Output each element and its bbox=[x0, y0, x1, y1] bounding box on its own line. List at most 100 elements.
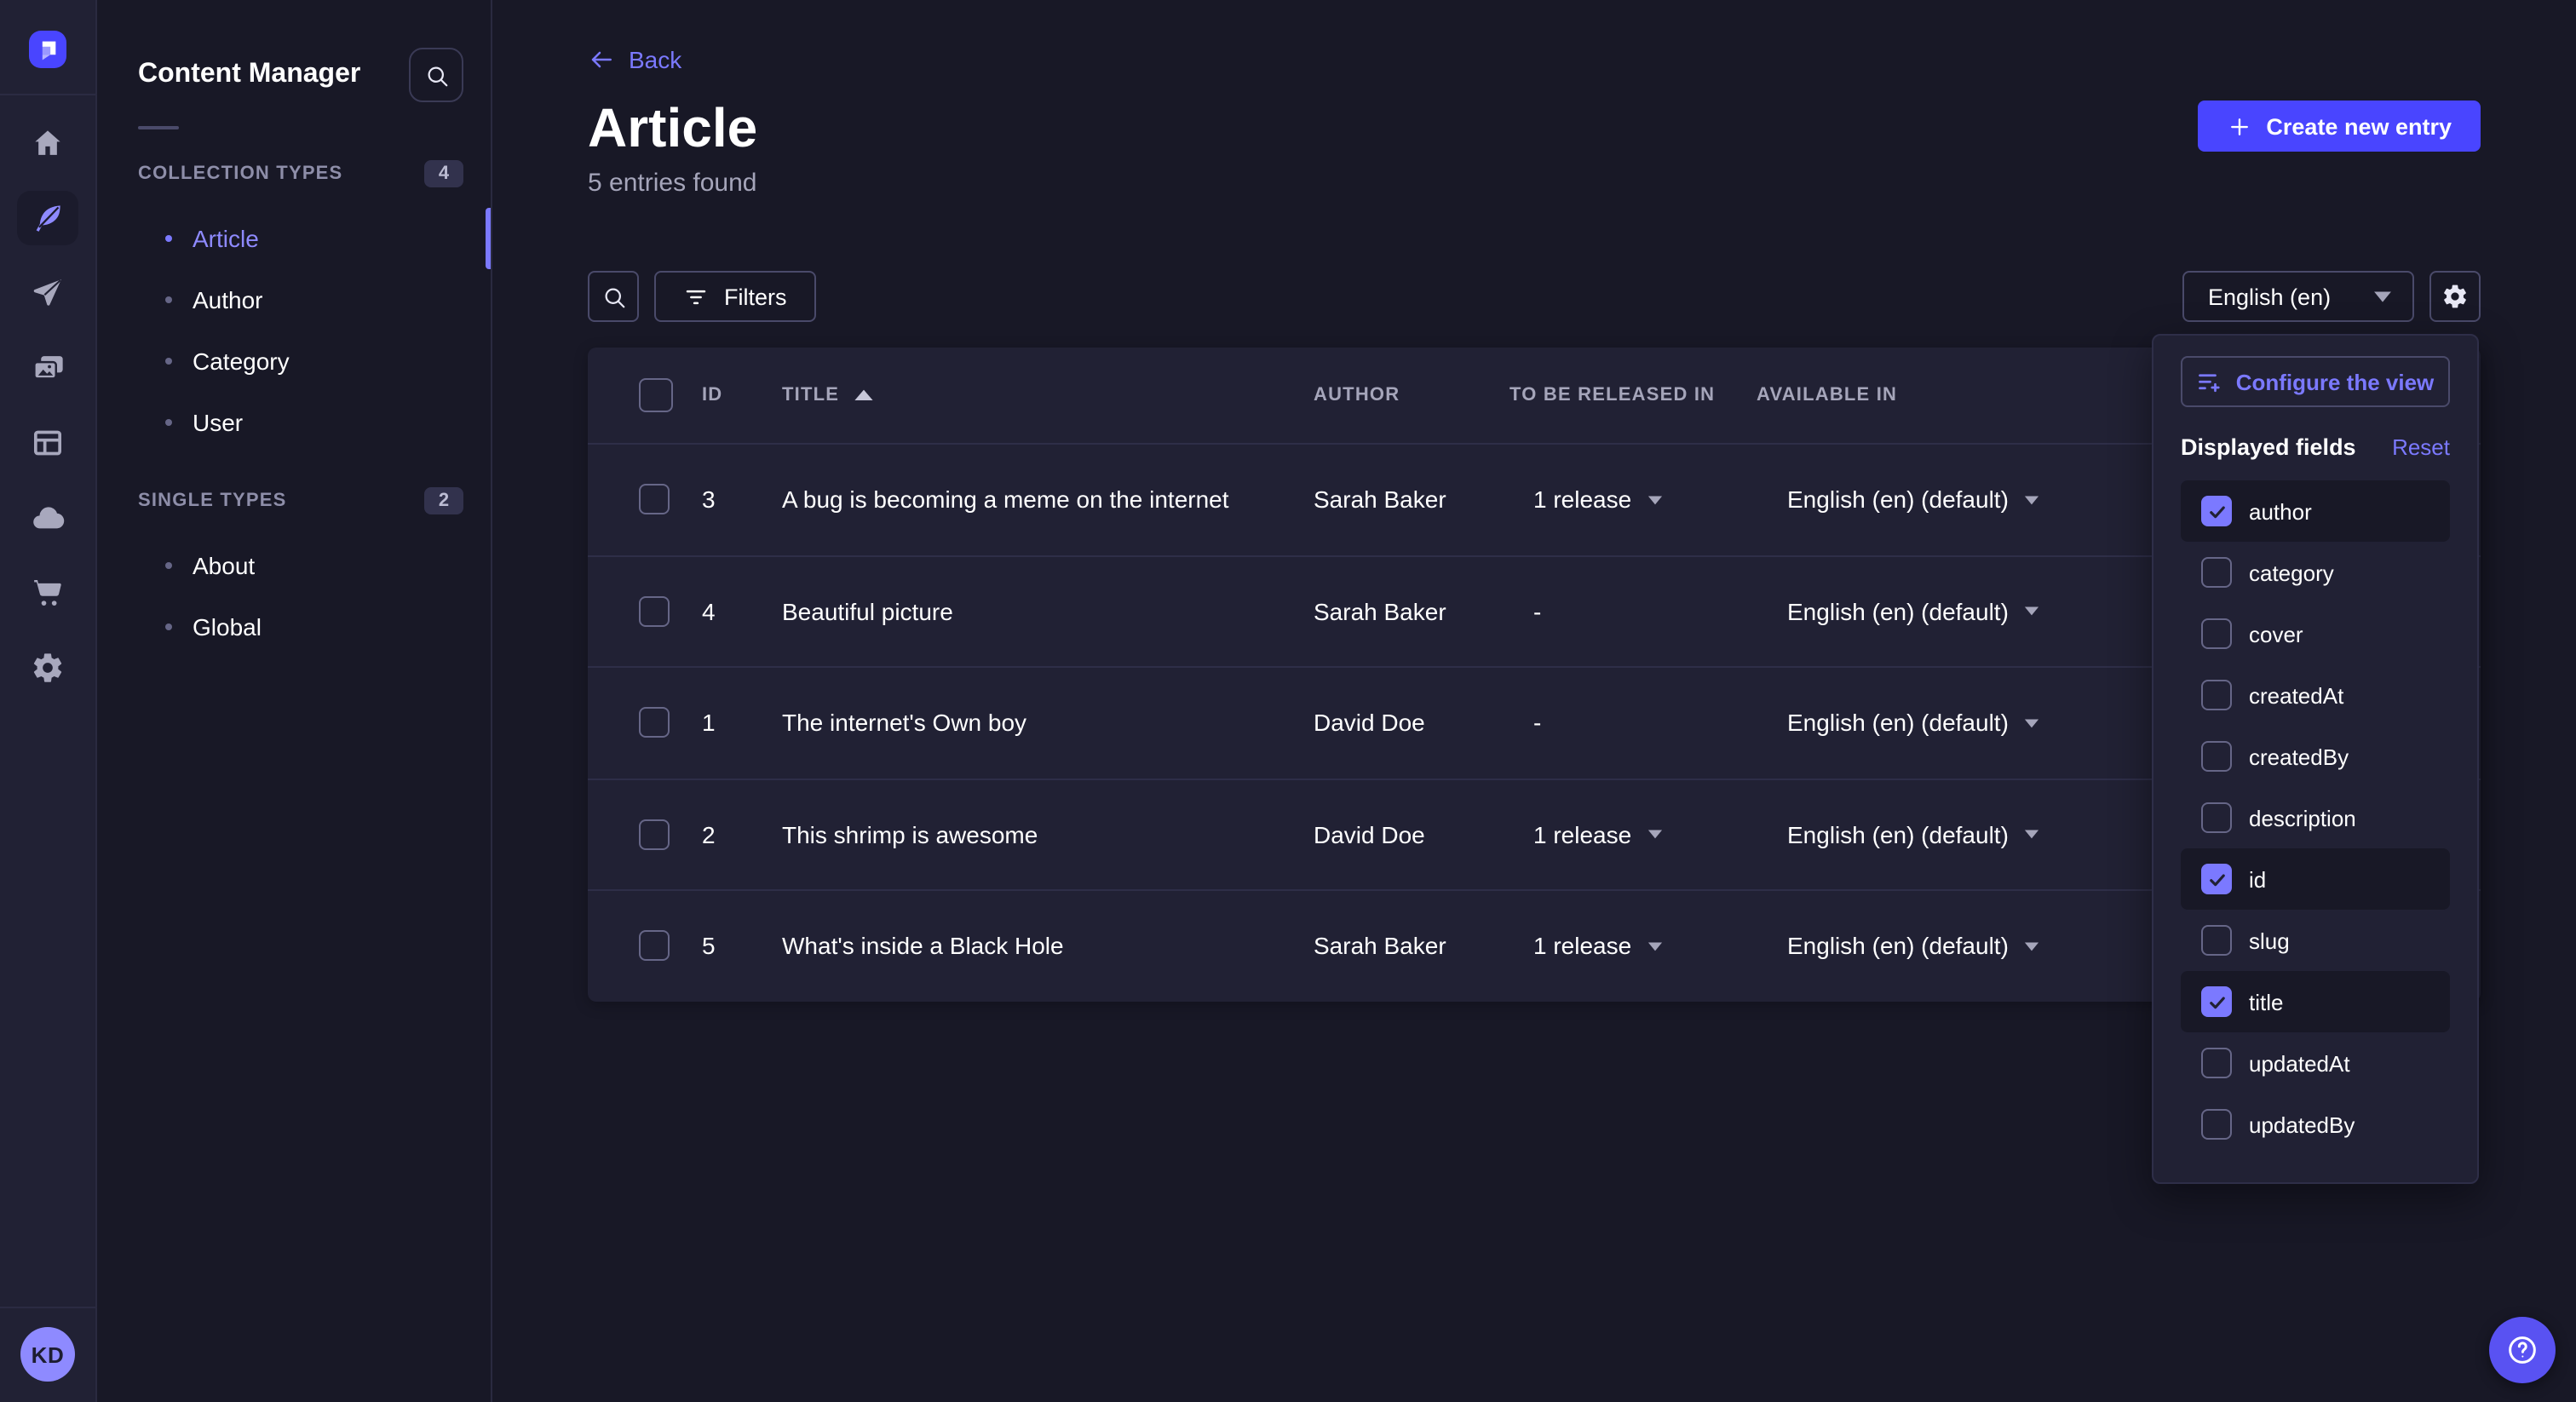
view-settings-button[interactable] bbox=[2429, 271, 2481, 322]
checkbox-checked[interactable] bbox=[2201, 986, 2232, 1017]
checkbox-unchecked[interactable] bbox=[2201, 680, 2232, 710]
cell-id: 2 bbox=[702, 821, 782, 848]
row-checkbox[interactable] bbox=[639, 931, 670, 962]
sidebar-item-label: Article bbox=[193, 225, 259, 252]
select-all-checkbox[interactable] bbox=[639, 378, 673, 412]
nav-cloud-button[interactable] bbox=[17, 491, 78, 545]
checkbox-unchecked[interactable] bbox=[2201, 1048, 2232, 1078]
row-checkbox[interactable] bbox=[639, 819, 670, 850]
field-row-slug[interactable]: slug bbox=[2181, 910, 2450, 971]
field-row-description[interactable]: description bbox=[2181, 787, 2450, 848]
displayed-fields-list: author category cover createdAt createdB… bbox=[2181, 480, 2450, 1155]
sidebar-item-article[interactable]: Article bbox=[97, 208, 491, 269]
sidebar-item-category[interactable]: Category bbox=[97, 330, 491, 392]
locale-value: English (en) bbox=[2208, 284, 2331, 309]
filter-icon bbox=[683, 284, 709, 309]
reset-link[interactable]: Reset bbox=[2392, 434, 2450, 460]
table-toolbar: Filters English (en) bbox=[588, 271, 2481, 322]
back-arrow-icon bbox=[588, 46, 615, 73]
back-link[interactable]: Back bbox=[588, 46, 681, 73]
header-title[interactable]: TITLE bbox=[782, 385, 1314, 405]
sidebar-item-author[interactable]: Author bbox=[97, 269, 491, 330]
chevron-down-icon bbox=[2024, 606, 2039, 618]
active-item-indicator bbox=[486, 208, 491, 269]
row-checkbox[interactable] bbox=[639, 708, 670, 738]
bullet-icon bbox=[165, 419, 172, 426]
section-label-single-types: SINGLE TYPES bbox=[138, 491, 287, 511]
field-row-category[interactable]: category bbox=[2181, 542, 2450, 603]
nav-content-manager-button[interactable] bbox=[17, 191, 78, 245]
checkbox-unchecked[interactable] bbox=[2201, 618, 2232, 649]
cell-id: 3 bbox=[702, 486, 782, 514]
nav-media-library-button[interactable] bbox=[17, 341, 78, 395]
checkbox-unchecked[interactable] bbox=[2201, 741, 2232, 772]
bullet-icon bbox=[165, 623, 172, 630]
configure-the-view-button[interactable]: Configure the view bbox=[2181, 356, 2450, 407]
checkbox-unchecked[interactable] bbox=[2201, 557, 2232, 588]
strapi-content-manager-app: KD Content Manager COLLECTION TYPES 4 Ar… bbox=[0, 0, 2576, 1402]
nav-content-type-builder-button[interactable] bbox=[17, 416, 78, 470]
field-row-createdBy[interactable]: createdBy bbox=[2181, 726, 2450, 787]
chevron-down-icon bbox=[2024, 829, 2039, 841]
nav-releases-button[interactable] bbox=[17, 266, 78, 320]
bullet-icon bbox=[165, 235, 172, 242]
chevron-down-icon bbox=[2024, 940, 2039, 952]
nav-home-button[interactable] bbox=[17, 116, 78, 170]
cell-title: This shrimp is awesome bbox=[782, 821, 1314, 848]
field-row-createdAt[interactable]: createdAt bbox=[2181, 664, 2450, 726]
header-author[interactable]: AUTHOR bbox=[1314, 385, 1509, 405]
strapi-logo[interactable] bbox=[29, 31, 66, 68]
field-row-id[interactable]: id bbox=[2181, 848, 2450, 910]
cell-to-be-released-in: - bbox=[1509, 710, 1757, 737]
header-id[interactable]: ID bbox=[702, 385, 782, 405]
cell-id: 4 bbox=[702, 598, 782, 625]
sort-ascending-icon bbox=[853, 388, 873, 402]
checkbox-unchecked[interactable] bbox=[2201, 802, 2232, 833]
user-avatar[interactable]: KD bbox=[20, 1327, 75, 1382]
cell-title: Beautiful picture bbox=[782, 598, 1314, 625]
field-row-cover[interactable]: cover bbox=[2181, 603, 2450, 664]
cell-author: David Doe bbox=[1314, 821, 1509, 848]
sidebar-item-user[interactable]: User bbox=[97, 392, 491, 453]
search-icon bbox=[601, 284, 626, 309]
chevron-down-icon bbox=[1647, 494, 1662, 506]
locale-select[interactable]: English (en) bbox=[2182, 271, 2414, 322]
marketplace-cart-icon bbox=[31, 576, 65, 610]
create-new-entry-label: Create new entry bbox=[2266, 113, 2452, 139]
settings-gear-icon bbox=[31, 651, 65, 685]
header-to-be-released-in[interactable]: TO BE RELEASED IN bbox=[1509, 385, 1757, 405]
row-checkbox[interactable] bbox=[639, 485, 670, 515]
sidebar-item-about[interactable]: About bbox=[97, 535, 491, 596]
cell-to-be-released-in[interactable]: 1 release bbox=[1509, 933, 1757, 960]
sidebar-item-label: Author bbox=[193, 286, 263, 313]
cell-to-be-released-in[interactable]: 1 release bbox=[1509, 486, 1757, 514]
cell-to-be-released-in: - bbox=[1509, 598, 1757, 625]
field-row-updatedAt[interactable]: updatedAt bbox=[2181, 1032, 2450, 1094]
nav-bottom-divider bbox=[0, 1307, 95, 1308]
cell-title: The internet's Own boy bbox=[782, 710, 1314, 737]
nav-settings-button[interactable] bbox=[17, 641, 78, 695]
checkbox-checked[interactable] bbox=[2201, 496, 2232, 526]
help-button[interactable] bbox=[2489, 1317, 2556, 1383]
table-search-button[interactable] bbox=[588, 271, 639, 322]
collection-types-count-badge: 4 bbox=[424, 160, 463, 187]
nav-marketplace-button[interactable] bbox=[17, 566, 78, 620]
cell-id: 5 bbox=[702, 933, 782, 960]
bullet-icon bbox=[165, 358, 172, 365]
chevron-down-icon bbox=[2024, 494, 2039, 506]
sidebar-item-global[interactable]: Global bbox=[97, 596, 491, 658]
field-row-title[interactable]: title bbox=[2181, 971, 2450, 1032]
create-new-entry-button[interactable]: Create new entry bbox=[2198, 101, 2481, 152]
field-row-updatedBy[interactable]: updatedBy bbox=[2181, 1094, 2450, 1155]
filters-button[interactable]: Filters bbox=[654, 271, 816, 322]
field-row-author[interactable]: author bbox=[2181, 480, 2450, 542]
checkbox-unchecked[interactable] bbox=[2201, 925, 2232, 956]
subnav-divider bbox=[138, 126, 179, 129]
checkbox-checked[interactable] bbox=[2201, 864, 2232, 894]
cell-to-be-released-in[interactable]: 1 release bbox=[1509, 821, 1757, 848]
cell-title: A bug is becoming a meme on the internet bbox=[782, 486, 1314, 514]
row-checkbox[interactable] bbox=[639, 596, 670, 627]
page-title: Article bbox=[588, 101, 757, 155]
subnav-search-button[interactable] bbox=[409, 48, 463, 102]
checkbox-unchecked[interactable] bbox=[2201, 1109, 2232, 1140]
